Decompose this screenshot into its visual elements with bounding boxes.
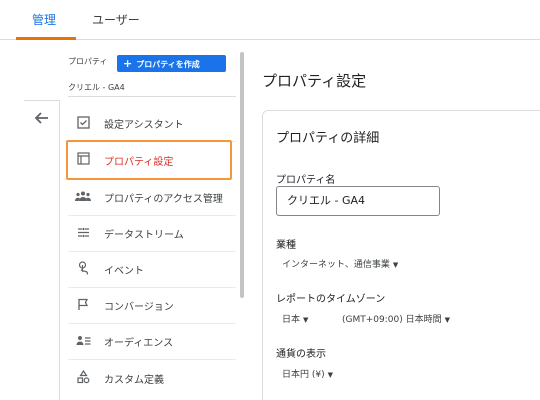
timezone-dropdown[interactable]: (GMT+09:00) 日本時間 ▼ xyxy=(342,312,450,325)
timezone-value: (GMT+09:00) 日本時間 xyxy=(342,315,442,325)
sidebar-item-label: オーディエンス xyxy=(104,338,174,349)
create-property-label: プロパティを作成 xyxy=(136,60,200,69)
card-title: プロパティの詳細 xyxy=(276,131,380,146)
sidebar-item-events[interactable]: イベント xyxy=(68,252,236,288)
dropdown-caret-icon: ▼ xyxy=(303,316,309,324)
property-name[interactable]: クリエル - GA4 xyxy=(68,82,125,93)
timezone-country-dropdown[interactable]: 日本 ▼ xyxy=(282,312,308,325)
top-tab-bar: 管理 ユーザー xyxy=(0,0,540,40)
audience-icon xyxy=(74,334,92,350)
property-divider xyxy=(68,96,236,97)
flag-icon xyxy=(74,298,92,314)
sidebar-item-setup-assistant[interactable]: 設定アシスタント xyxy=(68,106,236,142)
sidebar-item-label: プロパティ設定 xyxy=(104,156,174,168)
sidebar-item-custom-definitions[interactable]: カスタム定義 xyxy=(68,360,236,396)
sidebar-item-label: データストリーム xyxy=(104,230,184,241)
property-label: プロパティ xyxy=(68,57,108,66)
plus-icon: + xyxy=(123,57,133,70)
touch-icon xyxy=(74,261,92,278)
sidebar-item-audiences[interactable]: オーディエンス xyxy=(68,324,236,360)
dropdown-caret-icon: ▼ xyxy=(327,371,334,379)
property-settings-icon xyxy=(74,152,92,168)
data-stream-icon xyxy=(74,226,92,242)
currency-label: 通貨の表示 xyxy=(276,349,326,360)
tab-admin[interactable]: 管理 xyxy=(32,0,56,40)
industry-value: インターネット、通信事業 xyxy=(282,260,390,270)
property-name-input[interactable]: クリエル - GA4 xyxy=(276,186,440,216)
currency-value: 日本円 (¥) xyxy=(282,370,325,380)
sidebar-item-data-streams[interactable]: データストリーム xyxy=(68,216,236,252)
page-title: プロパティ設定 xyxy=(262,72,367,90)
dropdown-caret-icon: ▼ xyxy=(392,261,399,269)
industry-label: 業種 xyxy=(276,240,296,251)
sidebar-item-label: イベント xyxy=(104,266,144,277)
admin-page: 管理 ユーザー プロパティ + プロパティを作成 クリエル - GA4 設定アシス… xyxy=(0,0,540,400)
timezone-country-value: 日本 xyxy=(282,315,301,325)
sidebar-item-conversions[interactable]: コンバージョン xyxy=(68,288,236,324)
create-property-button[interactable]: + プロパティを作成 xyxy=(117,55,226,72)
back-arrow-icon[interactable] xyxy=(31,110,53,132)
sidebar-item-property-settings[interactable]: プロパティ設定 xyxy=(66,140,232,180)
sidebar-item-label: プロパティのアクセス管理 xyxy=(104,194,223,205)
sidebar-scrollbar[interactable] xyxy=(240,52,244,298)
timezone-label: レポートのタイムゾーン xyxy=(276,294,386,305)
sidebar-item-label: 設定アシスタント xyxy=(104,120,184,131)
sidebar-item-label: カスタム定義 xyxy=(104,374,164,386)
left-strip xyxy=(24,100,60,400)
custom-definitions-icon xyxy=(74,369,92,387)
sidebar-item-label: コンバージョン xyxy=(104,302,174,313)
sidebar-item-access-management[interactable]: プロパティのアクセス管理 xyxy=(68,180,236,216)
industry-dropdown[interactable]: インターネット、通信事業 ▼ xyxy=(282,257,398,270)
people-icon xyxy=(74,190,92,205)
active-tab-indicator xyxy=(16,37,76,40)
tab-user[interactable]: ユーザー xyxy=(92,0,140,40)
dropdown-caret-icon: ▼ xyxy=(444,316,450,324)
property-name-label: プロパティ名 xyxy=(276,175,336,186)
currency-dropdown[interactable]: 日本円 (¥) ▼ xyxy=(282,367,333,380)
checklist-icon xyxy=(74,115,92,132)
